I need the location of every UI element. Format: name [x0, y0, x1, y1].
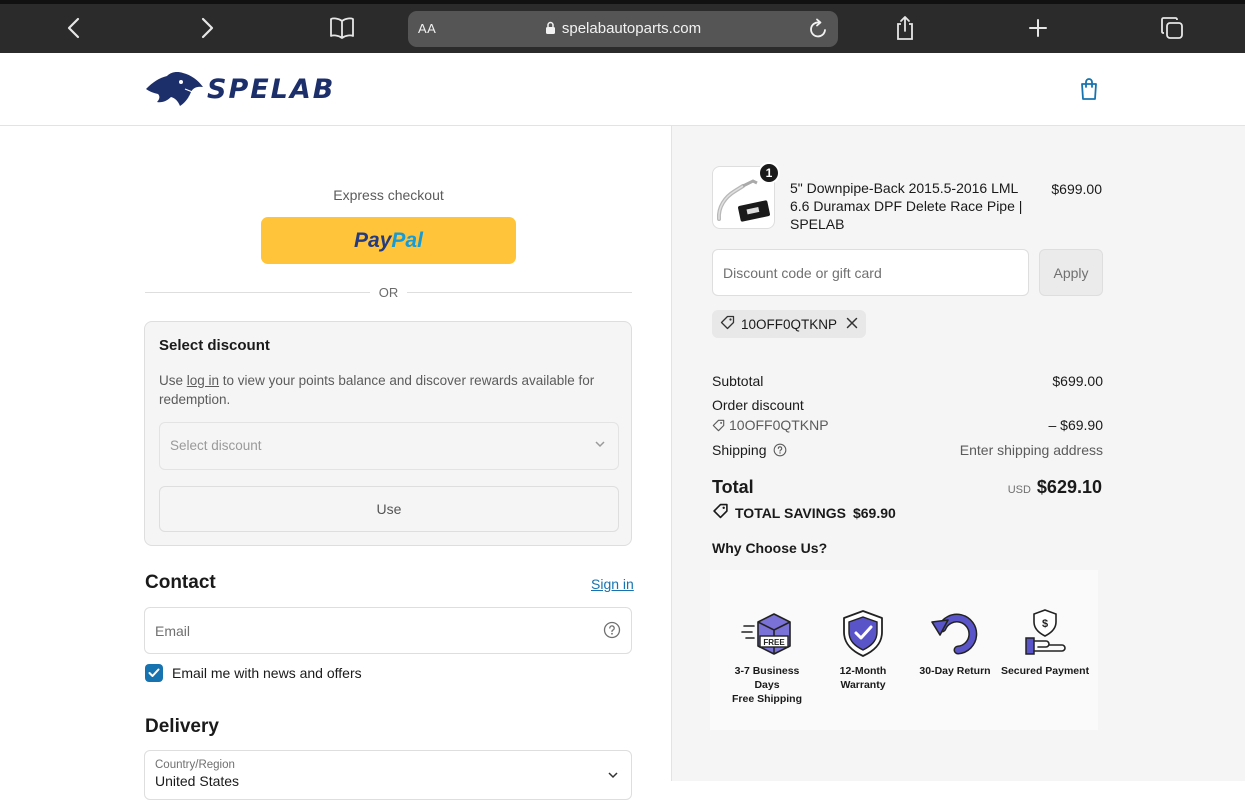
- new-tab-icon[interactable]: [1022, 12, 1054, 44]
- select-discount-title: Select discount: [159, 337, 270, 354]
- panther-logo-icon: [146, 72, 203, 106]
- feature-warranty: 12-Month Warranty: [818, 608, 908, 692]
- remove-code-icon[interactable]: [846, 317, 858, 332]
- country-select[interactable]: Country/Region United States: [144, 750, 632, 800]
- shipping-label: Shipping: [712, 442, 767, 458]
- checkout-form: Express checkout Pay Pal OR Select discou…: [0, 126, 671, 800]
- paypal-label-pay: Pay: [354, 228, 392, 252]
- feature-1-line1: 3-7 Business Days: [734, 665, 800, 691]
- feature-return: 30-Day Return: [910, 608, 1000, 678]
- help-icon[interactable]: [603, 621, 621, 642]
- bookmarks-icon[interactable]: [326, 12, 358, 44]
- applied-code-text: 10OFF0QTKNP: [741, 316, 838, 332]
- savings-label: TOTAL SAVINGS: [735, 504, 846, 521]
- express-checkout-title: Express checkout: [333, 187, 444, 203]
- svg-text:$: $: [1042, 618, 1048, 630]
- why-choose-us-title: Why Choose Us?: [712, 540, 828, 556]
- savings-value: $69.90: [852, 504, 896, 521]
- tabs-overview-icon[interactable]: [1156, 12, 1188, 44]
- chevron-down-icon: [594, 438, 606, 453]
- contact-heading: Contact: [145, 572, 216, 593]
- order-summary: 1 5" Downpipe-Back 2015.5-2016 LML 6.6 D…: [671, 126, 1245, 781]
- email-placeholder: Email: [155, 623, 191, 639]
- feature-free-shipping: FREE 3-7 Business Days Free Shipping: [722, 608, 812, 706]
- total-label: Total: [712, 477, 754, 497]
- return-arrow-icon: [931, 613, 978, 655]
- order-discount-label: Order discount: [712, 397, 804, 413]
- country-label: Country/Region: [155, 759, 235, 771]
- select-discount-dropdown[interactable]: Select discount: [159, 422, 619, 470]
- select-discount-panel: Select discount Use log in to view your …: [144, 321, 632, 546]
- tag-icon: [712, 503, 729, 522]
- currency-code: USD: [1007, 484, 1031, 496]
- email-field[interactable]: Email: [144, 607, 632, 654]
- lock-icon: [545, 21, 556, 39]
- news-offers-checkbox[interactable]: [145, 664, 163, 682]
- tag-icon: [712, 419, 725, 435]
- discount-code-placeholder: Discount code or gift card: [723, 265, 882, 281]
- feature-2-line1: 12-Month Warranty: [839, 665, 887, 691]
- tag-icon: [720, 315, 735, 333]
- discount-info-text: Use log in to view your points balance a…: [159, 373, 595, 407]
- product-name: 5" Downpipe-Back 2015.5-2016 LML 6.6 Dur…: [790, 180, 1023, 232]
- product-price: $699.00: [1051, 181, 1102, 197]
- shipping-row: Shipping Enter shipping address: [712, 442, 1103, 460]
- total-savings: TOTAL SAVINGS $69.90: [712, 503, 896, 522]
- paypal-button[interactable]: Pay Pal: [261, 217, 516, 264]
- feature-3-line1: 30-Day Return: [919, 665, 991, 677]
- secure-payment-icon: $: [1025, 609, 1066, 655]
- discount-value: – $69.90: [1048, 417, 1104, 433]
- discount-code-input[interactable]: Discount code or gift card: [712, 249, 1029, 296]
- feature-secure-payment: $ Secured Payment: [1000, 608, 1090, 678]
- sign-in-link[interactable]: Sign in: [591, 576, 634, 592]
- subtotal-value: $699.00: [1052, 373, 1103, 389]
- free-shipping-box-icon: FREE: [741, 613, 791, 655]
- applied-discount-chip: 10OFF0QTKNP: [712, 310, 867, 338]
- svg-text:FREE: FREE: [763, 638, 785, 647]
- select-discount-placeholder: Select discount: [170, 438, 262, 453]
- forward-icon[interactable]: [191, 12, 223, 44]
- site-header: SPELAB: [0, 53, 1245, 126]
- share-icon[interactable]: [889, 12, 921, 44]
- login-link[interactable]: log in: [187, 373, 219, 388]
- address-bar[interactable]: AA spelabautoparts.com: [408, 11, 838, 47]
- shield-check-icon: [843, 610, 883, 657]
- brand-name: SPELAB: [207, 73, 336, 105]
- help-icon[interactable]: [773, 443, 787, 460]
- news-offers-option[interactable]: Email me with news and offers: [145, 664, 362, 682]
- brand-logo[interactable]: SPELAB: [145, 70, 335, 108]
- chevron-down-icon: [607, 768, 619, 786]
- why-choose-us-panel: FREE 3-7 Business Days Free Shipping 12-M…: [710, 570, 1098, 730]
- quantity-badge: 1: [758, 162, 780, 184]
- total-value: $629.10: [1036, 477, 1102, 497]
- cart-bag-icon[interactable]: [1078, 77, 1100, 106]
- news-offers-label: Email me with news and offers: [172, 665, 362, 681]
- order-discount-row: Order discount: [712, 397, 1103, 413]
- discount-code-row: 10OFF0QTKNP – $69.90: [712, 417, 1103, 435]
- use-discount-button[interactable]: Use: [159, 486, 619, 532]
- paypal-label-pal: Pal: [391, 228, 423, 252]
- total-amount: USD $629.10: [1008, 477, 1102, 498]
- back-icon[interactable]: [58, 12, 90, 44]
- delivery-heading: Delivery: [145, 716, 219, 737]
- browser-toolbar: AA spelabautoparts.com: [0, 0, 1245, 53]
- feature-1-line2: Free Shipping: [731, 693, 802, 705]
- discount-code-label: 10OFF0QTKNP: [729, 417, 829, 433]
- url-text: spelabautoparts.com: [561, 20, 702, 37]
- country-value: United States: [155, 773, 240, 789]
- subtotal-label: Subtotal: [712, 373, 764, 389]
- apply-button[interactable]: Apply: [1039, 249, 1103, 296]
- or-label: OR: [370, 285, 407, 300]
- feature-4-line1: Secured Payment: [1000, 665, 1090, 677]
- reload-icon[interactable]: [808, 17, 830, 46]
- subtotal-row: Subtotal $699.00: [712, 373, 1103, 389]
- shipping-value: Enter shipping address: [959, 442, 1103, 458]
